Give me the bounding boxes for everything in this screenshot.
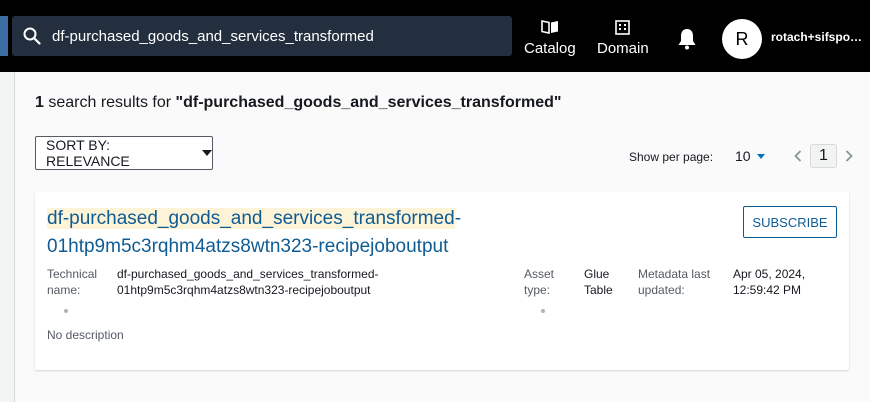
sort-label: SORT BY: RELEVANCE	[46, 137, 130, 169]
domain-button[interactable]: Domain	[597, 18, 649, 57]
metadata-updated-value: Apr 05, 2024, 12:59:42 PM	[733, 267, 806, 297]
technical-name-label: Technical name:	[47, 267, 98, 297]
domain-label: Domain	[597, 40, 649, 57]
per-page-select[interactable]: 10	[735, 148, 765, 164]
building-icon	[615, 18, 631, 36]
notifications-bell-icon[interactable]	[677, 28, 697, 55]
per-page-label: Show per page:	[629, 150, 714, 164]
separator-dot	[541, 309, 545, 313]
search-box[interactable]	[12, 16, 512, 56]
search-input[interactable]	[52, 27, 492, 45]
results-text: search results for	[43, 94, 176, 111]
result-title-link[interactable]: df-purchased_goods_and_services_transfor…	[47, 205, 537, 261]
caret-down-icon	[202, 150, 212, 156]
caret-down-icon	[756, 153, 765, 159]
previous-page-chevron-icon[interactable]	[791, 146, 805, 166]
result-title-highlight: df-purchased_goods_and_services_transfor…	[47, 208, 455, 229]
metadata-updated-label: Metadata last updated:	[638, 267, 711, 297]
technical-name-value: df-purchased_goods_and_services_transfor…	[117, 267, 379, 297]
avatar[interactable]: R	[722, 19, 762, 59]
top-navigation-bar: Catalog Domain R rotach+sifspokesman	[0, 0, 870, 72]
result-description: No description	[47, 328, 124, 342]
subscribe-button[interactable]: SUBSCRIBE	[743, 206, 837, 238]
sort-dropdown-button[interactable]: SORT BY: RELEVANCE	[35, 136, 213, 170]
results-summary: 1 search results for "df-purchased_goods…	[35, 94, 561, 112]
book-icon	[541, 18, 559, 36]
next-page-chevron-icon[interactable]	[842, 146, 856, 166]
username[interactable]: rotach+sifspokesman	[771, 30, 866, 44]
search-icon	[12, 16, 52, 56]
catalog-button[interactable]: Catalog	[524, 18, 576, 57]
results-query: "df-purchased_goods_and_services_transfo…	[175, 94, 562, 111]
asset-type-value: Glue Table	[584, 267, 613, 297]
asset-type-label: Asset type:	[524, 267, 555, 297]
main-content: 1 search results for "df-purchased_goods…	[14, 72, 870, 402]
results-count: 1	[35, 94, 44, 111]
per-page-value: 10	[735, 148, 751, 164]
catalog-label: Catalog	[524, 40, 576, 57]
separator-dot	[64, 309, 68, 313]
current-page-button[interactable]: 1	[810, 144, 837, 168]
search-result-card: df-purchased_goods_and_services_transfor…	[35, 192, 849, 370]
search-accent-bar	[0, 16, 8, 56]
